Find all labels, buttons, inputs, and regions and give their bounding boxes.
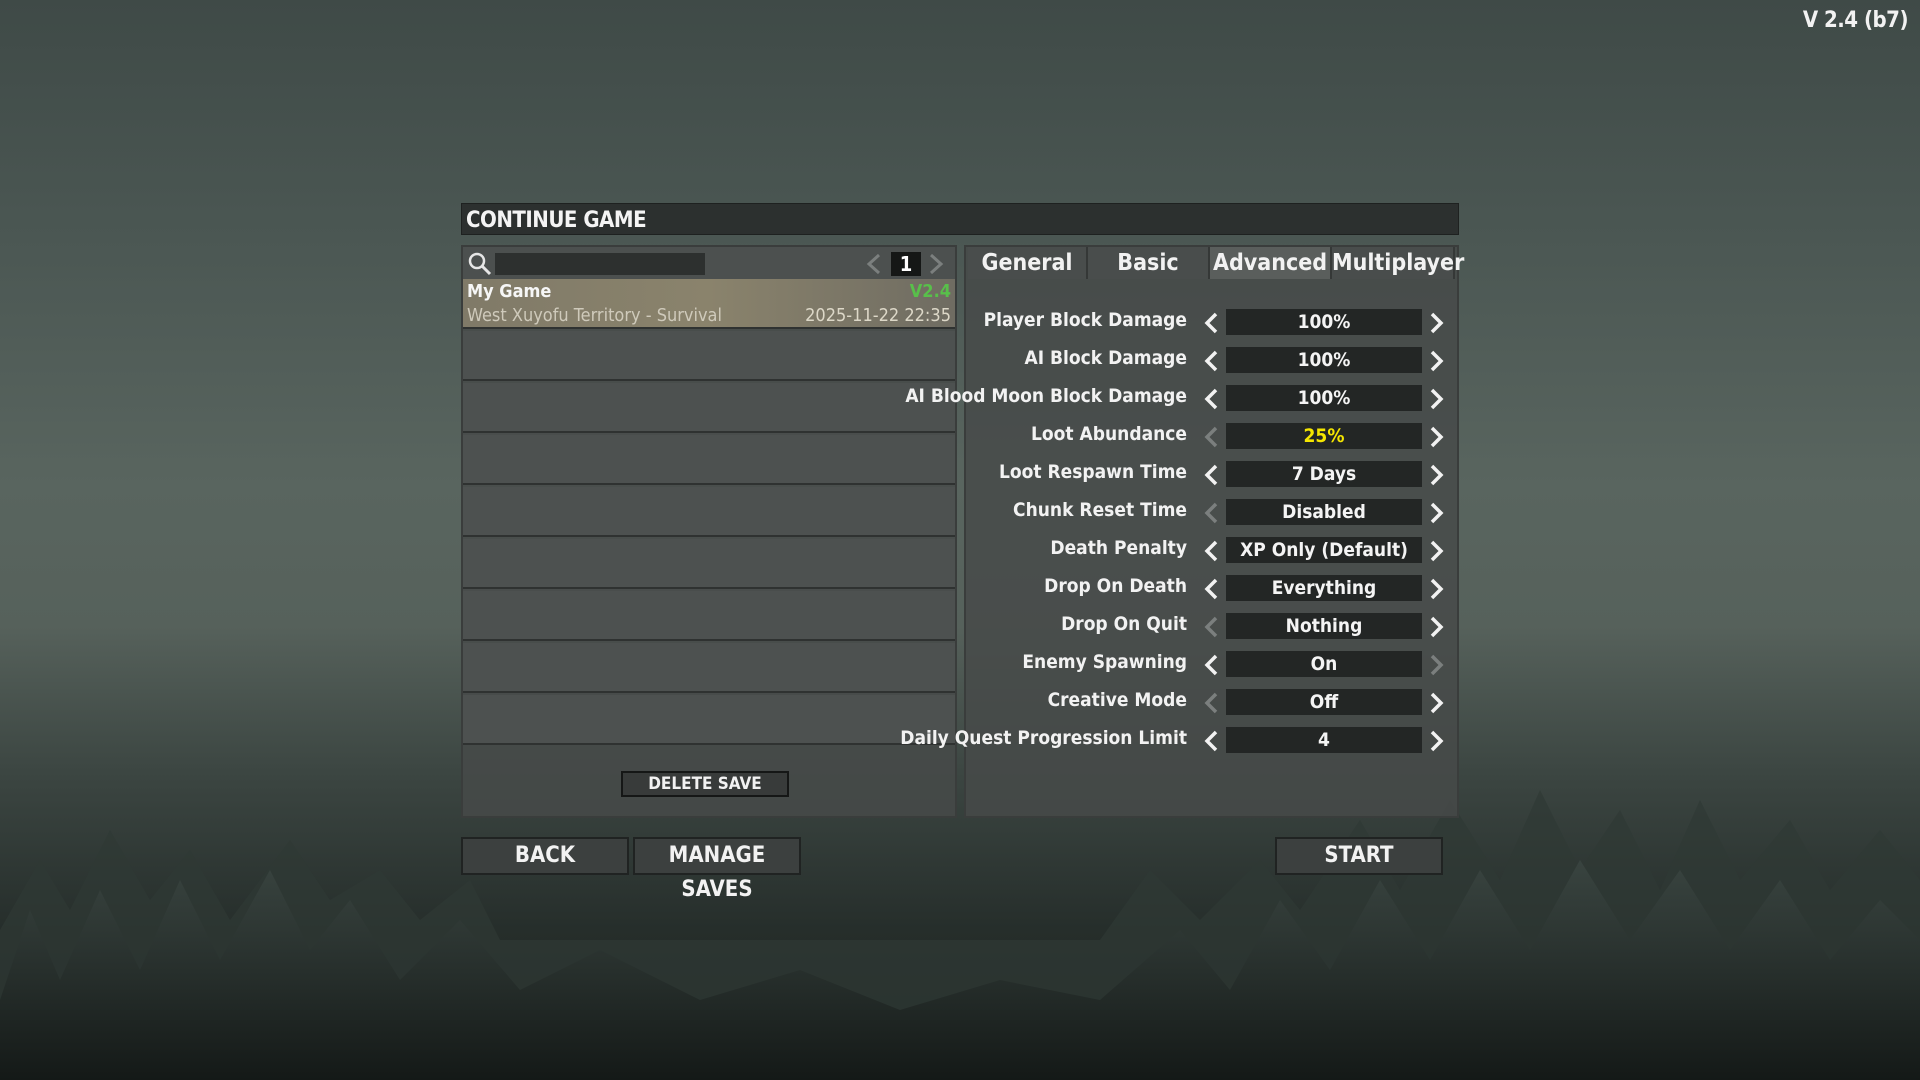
increase-arrow-icon[interactable]: [1428, 539, 1446, 563]
tab-general[interactable]: General: [968, 247, 1088, 279]
setting-row: Drop On Death Everything: [966, 573, 1457, 603]
setting-label: Loot Abundance: [1031, 423, 1187, 445]
decrease-arrow-icon[interactable]: [1202, 615, 1220, 639]
setting-row: Creative Mode Off: [966, 687, 1457, 717]
previous-page-arrow-icon[interactable]: [865, 253, 883, 275]
version-label: V 2.4 (b7): [1802, 8, 1909, 33]
save-version: V2.4: [909, 281, 951, 302]
decrease-arrow-icon[interactable]: [1202, 501, 1220, 525]
setting-row: Loot Abundance 25%: [966, 421, 1457, 451]
search-input[interactable]: [495, 253, 705, 275]
tab-advanced[interactable]: Advanced: [1210, 247, 1332, 279]
save-list-item-empty[interactable]: [463, 487, 955, 537]
save-name: My Game: [467, 281, 552, 302]
page-number: 1: [891, 252, 921, 276]
save-world: West Xuyofu Territory - Survival: [467, 305, 722, 326]
setting-row: Chunk Reset Time Disabled: [966, 497, 1457, 527]
dialog-title-bar: CONTINUE GAME: [461, 203, 1459, 235]
increase-arrow-icon[interactable]: [1428, 425, 1446, 449]
setting-label: Death Penalty: [1050, 537, 1187, 559]
setting-label: Drop On Quit: [1061, 613, 1187, 635]
settings-tabs: General Basic Advanced Multiplayer: [966, 247, 1464, 281]
increase-arrow-icon[interactable]: [1428, 349, 1446, 373]
setting-label: AI Blood Moon Block Damage: [905, 385, 1187, 407]
setting-value: Everything: [1226, 575, 1422, 601]
increase-arrow-icon[interactable]: [1428, 501, 1446, 525]
decrease-arrow-icon[interactable]: [1202, 463, 1220, 487]
decrease-arrow-icon[interactable]: [1202, 653, 1220, 677]
decrease-arrow-icon[interactable]: [1202, 311, 1220, 335]
setting-value: XP Only (Default): [1226, 537, 1422, 563]
setting-value: 4: [1226, 727, 1422, 753]
save-list-item-empty[interactable]: [463, 435, 955, 485]
setting-value: 7 Days: [1226, 461, 1422, 487]
setting-row: Death Penalty XP Only (Default): [966, 535, 1457, 565]
save-list-item-empty[interactable]: [463, 695, 955, 745]
setting-value: 100%: [1226, 309, 1422, 335]
save-list-item-empty[interactable]: [463, 591, 955, 641]
manage-saves-button[interactable]: MANAGE SAVES: [633, 837, 801, 902]
increase-arrow-icon[interactable]: [1428, 463, 1446, 487]
save-list-item-empty[interactable]: [463, 539, 955, 589]
increase-arrow-icon[interactable]: [1428, 615, 1446, 639]
increase-arrow-icon[interactable]: [1428, 577, 1446, 601]
setting-row: Drop On Quit Nothing: [966, 611, 1457, 641]
back-button[interactable]: BACK: [461, 837, 629, 875]
setting-label: Player Block Damage: [983, 309, 1187, 331]
next-page-arrow-icon[interactable]: [927, 253, 945, 275]
setting-row: Daily Quest Progression Limit 4: [900, 725, 1457, 755]
decrease-arrow-icon[interactable]: [1202, 539, 1220, 563]
setting-label: Enemy Spawning: [1022, 651, 1187, 673]
save-list-panel: 1 My Game V2.4 West Xuyofu Territory - S…: [461, 245, 957, 818]
decrease-arrow-icon[interactable]: [1202, 425, 1220, 449]
setting-value: 100%: [1226, 347, 1422, 373]
increase-arrow-icon[interactable]: [1428, 653, 1446, 677]
decrease-arrow-icon[interactable]: [1202, 387, 1220, 411]
game-settings-panel: General Basic Advanced Multiplayer Playe…: [900, 245, 1464, 818]
setting-row: AI Block Damage 100%: [966, 345, 1457, 375]
setting-value: Nothing: [1226, 613, 1422, 639]
setting-label: Daily Quest Progression Limit: [900, 727, 1187, 749]
setting-value: 100%: [1226, 385, 1422, 411]
setting-row: AI Blood Moon Block Damage 100%: [905, 383, 1457, 413]
setting-row: Enemy Spawning On: [966, 649, 1457, 679]
increase-arrow-icon[interactable]: [1428, 311, 1446, 335]
decrease-arrow-icon[interactable]: [1202, 729, 1220, 753]
setting-label: Creative Mode: [1047, 689, 1187, 711]
dialog-title: CONTINUE GAME: [466, 208, 647, 233]
increase-arrow-icon[interactable]: [1428, 729, 1446, 753]
setting-row: Loot Respawn Time 7 Days: [966, 459, 1457, 489]
decrease-arrow-icon[interactable]: [1202, 691, 1220, 715]
save-search-row: 1: [463, 247, 955, 279]
save-list-item-selected[interactable]: My Game V2.4 West Xuyofu Territory - Sur…: [463, 279, 955, 329]
decrease-arrow-icon[interactable]: [1202, 349, 1220, 373]
tab-multiplayer[interactable]: Multiplayer: [1332, 247, 1464, 279]
save-list-item-empty[interactable]: [463, 643, 955, 693]
decrease-arrow-icon[interactable]: [1202, 577, 1220, 601]
setting-value: 25%: [1226, 423, 1422, 449]
start-button[interactable]: START: [1275, 837, 1443, 875]
delete-save-button[interactable]: DELETE SAVE: [621, 771, 789, 797]
setting-label: Loot Respawn Time: [998, 461, 1187, 483]
increase-arrow-icon[interactable]: [1428, 691, 1446, 715]
save-list-item-empty[interactable]: [463, 383, 955, 433]
setting-value: Disabled: [1226, 499, 1422, 525]
save-date: 2025-11-22 22:35: [805, 305, 951, 326]
setting-value: On: [1226, 651, 1422, 677]
increase-arrow-icon[interactable]: [1428, 387, 1446, 411]
search-icon: [468, 252, 492, 276]
tab-basic[interactable]: Basic: [1088, 247, 1210, 279]
continue-game-dialog: CONTINUE GAME 1 My Game V2.4 West Xuyofu…: [461, 203, 1464, 902]
setting-row: Player Block Damage 100%: [966, 307, 1457, 337]
setting-label: Drop On Death: [1044, 575, 1187, 597]
save-list-item-empty[interactable]: [463, 331, 955, 381]
setting-value: Off: [1226, 689, 1422, 715]
setting-label: Chunk Reset Time: [1013, 499, 1187, 521]
setting-label: AI Block Damage: [1024, 347, 1187, 369]
